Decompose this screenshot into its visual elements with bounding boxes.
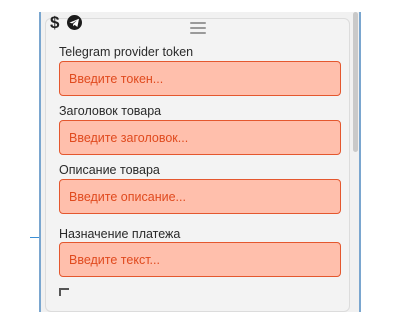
token-input[interactable] [59,61,341,96]
product-title-input[interactable] [59,120,341,155]
next-field-label-partial [59,288,69,296]
drag-handle-icon[interactable] [190,22,206,36]
payment-purpose-input[interactable] [59,242,341,277]
token-label: Telegram provider token [59,45,194,59]
telegram-icon [67,15,82,30]
payment-purpose-label: Назначение платежа [59,227,181,241]
product-title-label: Заголовок товара [59,104,162,118]
scrollbar-thumb[interactable] [353,12,358,152]
currency-icon: $ [50,13,60,32]
product-description-label: Описание товара [59,163,160,177]
product-description-input[interactable] [59,179,341,214]
